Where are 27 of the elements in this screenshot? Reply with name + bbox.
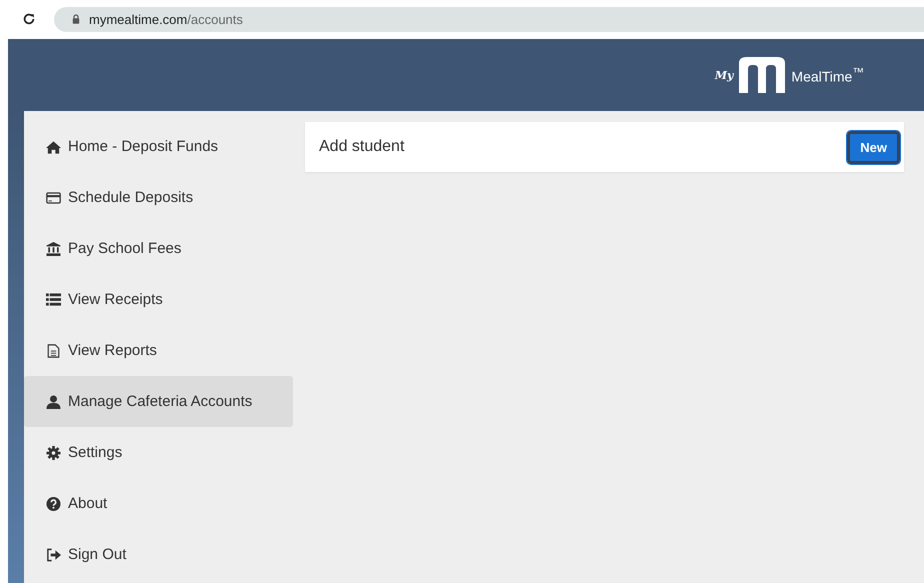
credit-card-icon xyxy=(46,190,61,204)
settings-icon xyxy=(46,446,61,460)
sidebar-item[interactable]: Pay School Fees xyxy=(24,223,293,274)
panel-title: Add student xyxy=(319,138,404,156)
sidebar-item[interactable]: Schedule Deposits xyxy=(24,172,293,223)
sidebar-item[interactable]: View Receipts xyxy=(24,274,293,325)
url-text: mymealtime.com/accounts xyxy=(89,12,243,26)
help-icon xyxy=(46,496,61,510)
lock-icon xyxy=(72,14,80,24)
logo-prefix: My xyxy=(714,68,734,82)
user-icon xyxy=(46,394,61,408)
logo-icon xyxy=(737,57,788,93)
address-bar[interactable]: mymealtime.com/accounts xyxy=(54,6,924,32)
document-icon xyxy=(46,344,61,358)
bank-icon xyxy=(46,242,61,256)
list-icon xyxy=(46,292,61,306)
new-button[interactable]: New xyxy=(847,130,900,164)
logo-name: MealTime$^{™}$ xyxy=(791,66,864,84)
sidebar-item[interactable]: Settings xyxy=(24,427,293,478)
sidebar-item[interactable]: Manage Cafeteria Accounts xyxy=(24,376,293,427)
home-icon xyxy=(46,140,61,154)
sidebar-item[interactable]: Home - Deposit Funds xyxy=(24,121,293,172)
sidebar-item[interactable]: View Reports xyxy=(24,325,293,376)
sidebar-item[interactable]: Sign Out xyxy=(24,529,293,580)
sign-out-icon xyxy=(46,548,61,562)
reload-icon[interactable] xyxy=(22,12,36,26)
sidebar-item[interactable]: About xyxy=(24,478,293,529)
